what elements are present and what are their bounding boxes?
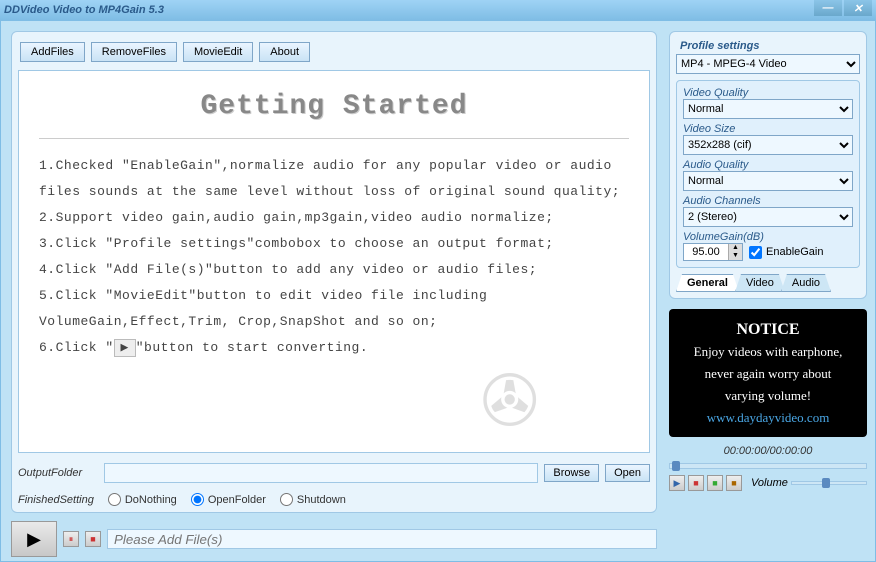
pause-button[interactable]: ⏸ [63,531,79,547]
window-title: DDVideo Video to MP4Gain 5.3 [4,4,164,16]
spinner-down[interactable]: ▼ [728,252,742,260]
tab-general[interactable]: General [676,274,739,292]
addfiles-button[interactable]: AddFiles [20,42,85,62]
volume-label: Volume [751,477,788,489]
volumegain-input[interactable] [684,244,728,260]
getting-started-title: Getting Started [39,91,629,122]
profile-select[interactable]: MP4 - MPEG-4 Video [676,54,860,74]
tab-video[interactable]: Video [735,274,785,292]
audio-quality-select[interactable]: Normal [683,171,853,191]
openfolder-radio[interactable] [191,493,204,506]
gs-item: 1.Checked "EnableGain",normalize audio f… [39,153,629,205]
status-input[interactable] [107,529,657,549]
mini-snap-button[interactable]: ■ [726,475,742,491]
gs-item: 3.Click "Profile settings"combobox to ch… [39,231,629,257]
notice-title: NOTICE [679,319,857,341]
gs-item: 6.Click "▶"button to start converting. [39,335,629,361]
video-size-select[interactable]: 352x288 (cif) [683,135,853,155]
gs-item: 5.Click "MovieEdit"button to edit video … [39,283,629,335]
notice-line: never again worry about [679,363,857,385]
mini-play-button[interactable]: ▶ [669,475,685,491]
content-area: Getting Started 1.Checked "EnableGain",n… [18,70,650,453]
browse-button[interactable]: Browse [544,464,599,482]
title-bar: DDVideo Video to MP4Gain 5.3 — ✕ [0,0,876,20]
removefiles-button[interactable]: RemoveFiles [91,42,177,62]
video-size-label: Video Size [683,123,853,135]
mini-rec-button[interactable]: ■ [707,475,723,491]
video-quality-label: Video Quality [683,87,853,99]
gs-item: 2.Support video gain,audio gain,mp3gain,… [39,205,629,231]
enablegain-checkbox[interactable] [749,246,762,259]
tab-audio[interactable]: Audio [781,274,831,292]
play-button[interactable]: ▶ [11,521,57,557]
notice-line: Enjoy videos with earphone, [679,341,857,363]
seek-bar[interactable] [669,463,867,469]
close-button[interactable]: ✕ [844,0,872,16]
open-button[interactable]: Open [605,464,650,482]
timecode: 00:00:00/00:00:00 [669,445,867,457]
volumegain-label: VolumeGain(dB) [683,231,853,243]
donothing-radio[interactable] [108,493,121,506]
minimize-button[interactable]: — [814,0,842,16]
finishedsetting-label: FinishedSetting [18,494,94,506]
audio-channels-label: Audio Channels [683,195,853,207]
outputfolder-label: OutputFolder [18,467,98,479]
play-icon: ▶ [114,339,136,357]
outputfolder-input[interactable] [104,463,538,483]
notice-line: varying volume! [679,385,857,407]
audio-quality-label: Audio Quality [683,159,853,171]
film-reel-icon: ✇ [480,360,539,442]
mini-stop-button[interactable]: ■ [688,475,704,491]
volume-slider[interactable] [791,481,867,485]
notice-panel: NOTICE Enjoy videos with earphone, never… [669,309,867,437]
gs-item: 4.Click "Add File(s)"button to add any v… [39,257,629,283]
about-button[interactable]: About [259,42,310,62]
audio-channels-select[interactable]: 2 (Stereo) [683,207,853,227]
shutdown-radio[interactable] [280,493,293,506]
movieedit-button[interactable]: MovieEdit [183,42,253,62]
stop-button[interactable]: ■ [85,531,101,547]
profile-settings-label: Profile settings [676,38,860,54]
main-toolbar: AddFiles RemoveFiles MovieEdit About [18,38,650,70]
notice-link[interactable]: www.daydayvideo.com [707,410,830,425]
video-quality-select[interactable]: Normal [683,99,853,119]
spinner-up[interactable]: ▲ [728,244,742,252]
